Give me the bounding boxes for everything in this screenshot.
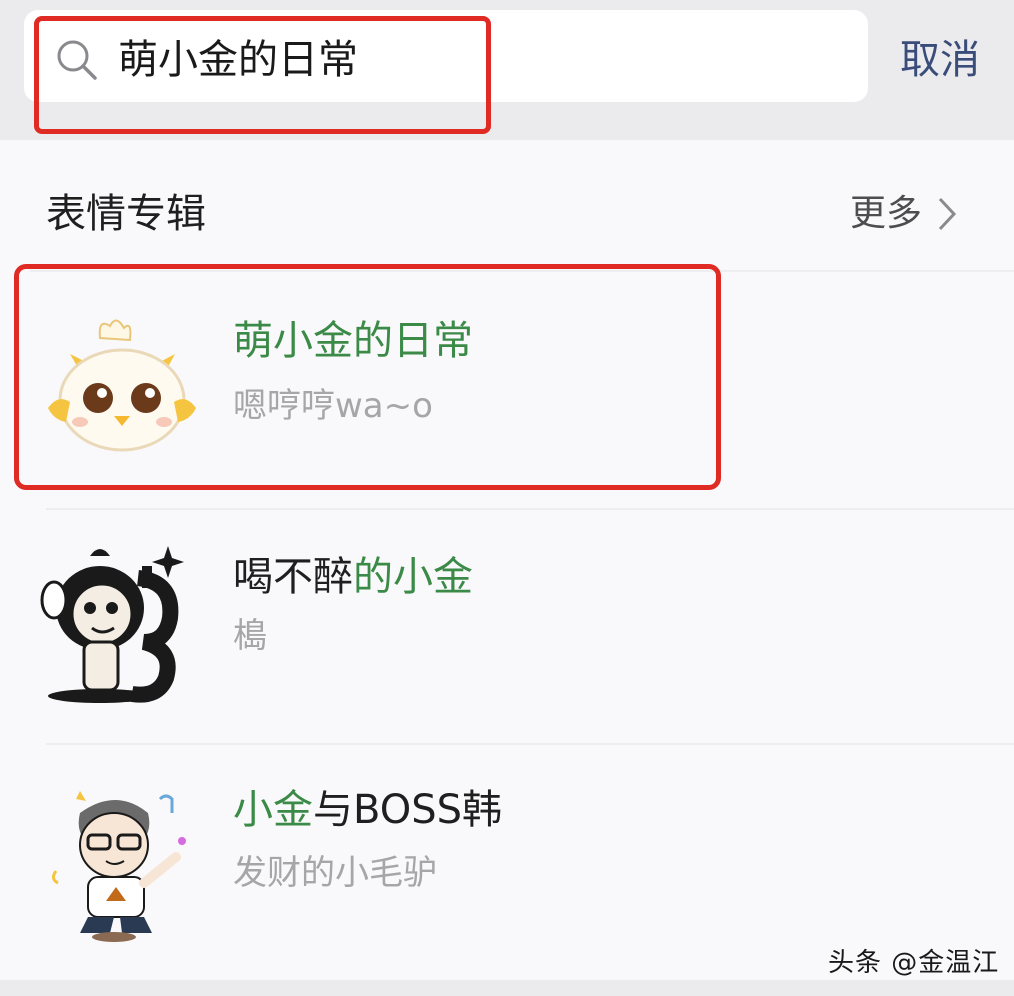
results-panel: 表情专辑 更多 萌小金的日常 嗯哼哼wa~o 喝不醉的小金 槝 小金与BOSS韩… <box>0 140 1014 980</box>
cartoon-boss-icon <box>51 791 186 942</box>
sticker-album-item[interactable]: 萌小金的日常 嗯哼哼wa~o <box>0 272 1014 492</box>
item-title-match: 的小金 <box>353 554 473 600</box>
search-bar-area: 萌小金的日常 取消 <box>0 0 1014 140</box>
item-subtitle: 发财的小毛驴 <box>233 853 437 893</box>
watermark: 头条 @金温江 <box>828 948 1000 978</box>
item-title: 萌小金的日常 <box>233 316 473 366</box>
search-query-text[interactable]: 萌小金的日常 <box>118 34 358 86</box>
section-title: 表情专辑 <box>46 191 206 237</box>
chevron-right-icon <box>938 197 957 231</box>
item-title: 喝不醉的小金 <box>233 554 473 600</box>
item-title: 小金与BOSS韩 <box>233 787 503 833</box>
item-title-match: 小金 <box>233 787 313 833</box>
item-title-match: 萌小金的日常 <box>233 318 473 364</box>
sticker-album-item[interactable]: 小金与BOSS韩 发财的小毛驴 <box>0 745 1014 965</box>
item-subtitle: 槝 <box>233 616 267 656</box>
cartoon-chick-icon <box>48 319 196 452</box>
search-icon <box>57 40 97 80</box>
cancel-button[interactable]: 取消 <box>900 34 980 86</box>
cartoon-monkey-icon <box>40 546 184 703</box>
item-subtitle: 嗯哼哼wa~o <box>233 386 433 426</box>
more-button[interactable]: 更多 <box>850 190 958 238</box>
more-label: 更多 <box>850 193 923 234</box>
bottom-bar <box>0 980 1014 996</box>
sticker-album-item[interactable]: 喝不醉的小金 槝 <box>0 510 1014 730</box>
